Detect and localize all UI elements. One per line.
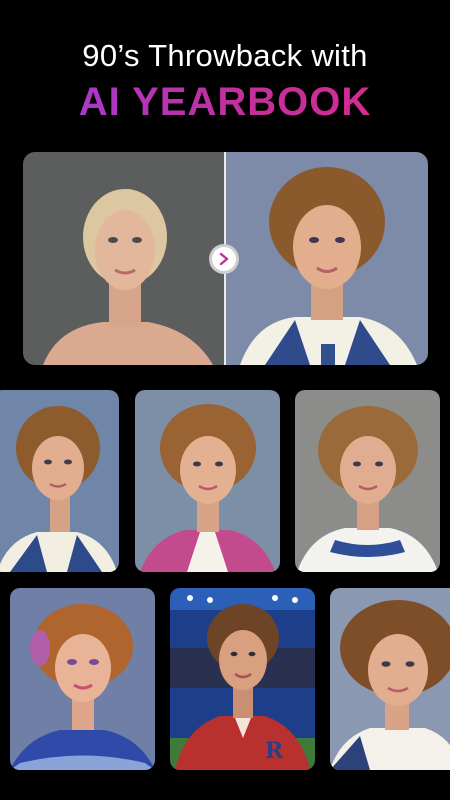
sample-photo	[295, 390, 440, 572]
chevron-right-icon	[219, 252, 229, 266]
compare-slider-button[interactable]	[209, 244, 239, 274]
sample-photo: R	[170, 588, 315, 770]
headline: 90’s Throwback with	[82, 38, 368, 73]
sample-photo	[0, 390, 119, 572]
before-photo	[23, 152, 225, 365]
brand-title: AI YEARBOOK	[0, 80, 450, 124]
svg-text:R: R	[265, 738, 284, 764]
before-after-card[interactable]	[23, 152, 428, 365]
sample-photo	[135, 390, 280, 572]
sample-photo	[10, 588, 155, 770]
sample-photo	[330, 588, 450, 770]
after-photo	[225, 152, 428, 365]
